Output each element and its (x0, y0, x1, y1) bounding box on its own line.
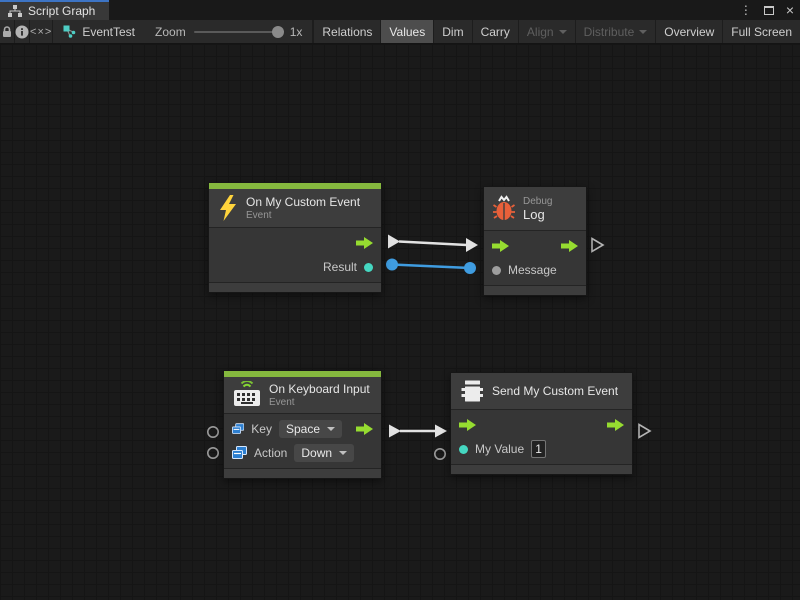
key-dropdown[interactable]: Space (279, 420, 342, 438)
relations-button[interactable]: Relations (313, 20, 380, 43)
toolbar-buttons: Relations Values Dim Carry Align Distrib… (313, 20, 800, 43)
node-title: On Keyboard Input (269, 382, 370, 396)
flow-input-arrow-icon[interactable] (459, 419, 476, 431)
chevron-down-icon (327, 427, 335, 431)
node-header: Debug Log (484, 187, 586, 231)
node-header: Send My Custom Event (451, 373, 632, 410)
zoom-slider-handle[interactable] (272, 26, 284, 38)
tab-script-graph[interactable]: Script Graph (0, 0, 109, 20)
lock-icon (0, 25, 14, 39)
values-button[interactable]: Values (380, 20, 433, 43)
flow-output-arrow-icon[interactable] (356, 237, 373, 249)
info-button[interactable] (15, 20, 30, 43)
flow-output-arrow-icon[interactable] (561, 240, 578, 252)
input-port-circle-key[interactable] (208, 427, 218, 437)
port-label-result: Result (323, 260, 357, 274)
chevron-down-icon (339, 451, 347, 455)
distribute-dropdown[interactable]: Distribute (575, 20, 656, 43)
action-dropdown[interactable]: Down (294, 444, 354, 462)
chevron-down-icon (559, 30, 567, 34)
dim-button[interactable]: Dim (433, 20, 471, 43)
node-body: Key Space Action Down (224, 414, 381, 469)
node-footer (224, 469, 381, 478)
node-send-my-custom-event[interactable]: Send My Custom Event My Value 1 (450, 372, 633, 475)
unity-script-graph-window: { "window": { "tab_title": "Script Graph… (0, 0, 800, 600)
zoom-control: Zoom 1x (145, 20, 313, 43)
code-preview-button[interactable]: <×> (30, 20, 53, 43)
flow-input-arrow-icon[interactable] (492, 240, 509, 252)
input-port-circle-action[interactable] (208, 448, 218, 458)
align-dropdown[interactable]: Align (518, 20, 575, 43)
chevron-down-icon (639, 30, 647, 34)
graph-hierarchy-icon (8, 5, 22, 17)
input-port-message[interactable] (492, 266, 501, 275)
port-label-action: Action (254, 446, 287, 460)
breadcrumb-graph[interactable]: EventTest (53, 20, 145, 43)
zoom-slider[interactable] (194, 31, 282, 33)
node-title: Log (523, 207, 552, 222)
carry-button[interactable]: Carry (472, 20, 518, 43)
port-label-key: Key (251, 422, 272, 436)
bug-icon (493, 195, 515, 222)
port-label-my-value: My Value (475, 442, 524, 456)
input-port-my-value[interactable] (459, 445, 468, 454)
node-subtitle: Event (269, 397, 370, 408)
code-icon: <×> (30, 26, 52, 38)
graph-toolbar: <×> EventTest Zoom 1x Relations Values D… (0, 20, 800, 44)
node-debug-log[interactable]: Debug Log Message (483, 186, 587, 296)
node-title: Send My Custom Event (492, 384, 618, 398)
input-port-circle-my-value[interactable] (435, 449, 445, 459)
lightning-bolt-icon (218, 195, 238, 221)
node-header: On Keyboard Input Event (224, 377, 381, 414)
output-port-result[interactable] (364, 263, 373, 272)
node-on-my-custom-event[interactable]: On My Custom Event Event Result (208, 182, 382, 293)
keyboard-icon (233, 381, 261, 408)
script-graph-asset-icon (63, 25, 76, 38)
window-menu-icon[interactable]: ⋮ (740, 3, 752, 17)
flow-output-triangle-send-event[interactable] (639, 425, 650, 438)
flow-connection-keyboard-to-send[interactable] (389, 425, 447, 438)
port-label-message: Message (508, 263, 557, 277)
node-title: On My Custom Event (246, 195, 360, 209)
node-header: On My Custom Event Event (209, 189, 381, 228)
graph-canvas[interactable]: On My Custom Event Event Result (0, 44, 800, 600)
info-icon (15, 25, 29, 39)
connections-overlay (0, 44, 800, 600)
node-footer (451, 465, 632, 474)
zoom-label: Zoom (155, 25, 186, 39)
node-category: Debug (523, 196, 552, 207)
window-maximize-icon[interactable] (764, 6, 774, 15)
node-footer (484, 286, 586, 295)
overview-button[interactable]: Overview (655, 20, 722, 43)
window-close-icon[interactable]: × (786, 5, 794, 15)
enum-type-icon (232, 446, 247, 460)
zoom-value: 1x (290, 25, 303, 39)
flow-output-arrow-icon[interactable] (356, 423, 373, 435)
node-body: Message (484, 231, 586, 286)
node-body: Result (209, 228, 381, 283)
fullscreen-button[interactable]: Full Screen (722, 20, 800, 43)
node-subtitle: Event (246, 210, 360, 221)
title-bar: Script Graph ⋮ × (0, 0, 800, 20)
my-value-input[interactable]: 1 (531, 440, 546, 458)
flow-connection-custom-event-to-log[interactable] (388, 235, 478, 253)
node-body: My Value 1 (451, 410, 632, 465)
graph-name: EventTest (82, 25, 135, 39)
node-on-keyboard-input[interactable]: On Keyboard Input Event Key Space (223, 370, 382, 479)
event-machine-icon (460, 380, 484, 402)
flow-output-arrow-icon[interactable] (607, 419, 624, 431)
enum-type-icon (232, 422, 244, 436)
tab-title: Script Graph (28, 4, 95, 18)
node-footer (209, 283, 381, 292)
flow-output-triangle-debug-log[interactable] (592, 239, 603, 252)
lock-button[interactable] (0, 20, 15, 43)
value-connection-result-to-message[interactable] (386, 259, 476, 275)
